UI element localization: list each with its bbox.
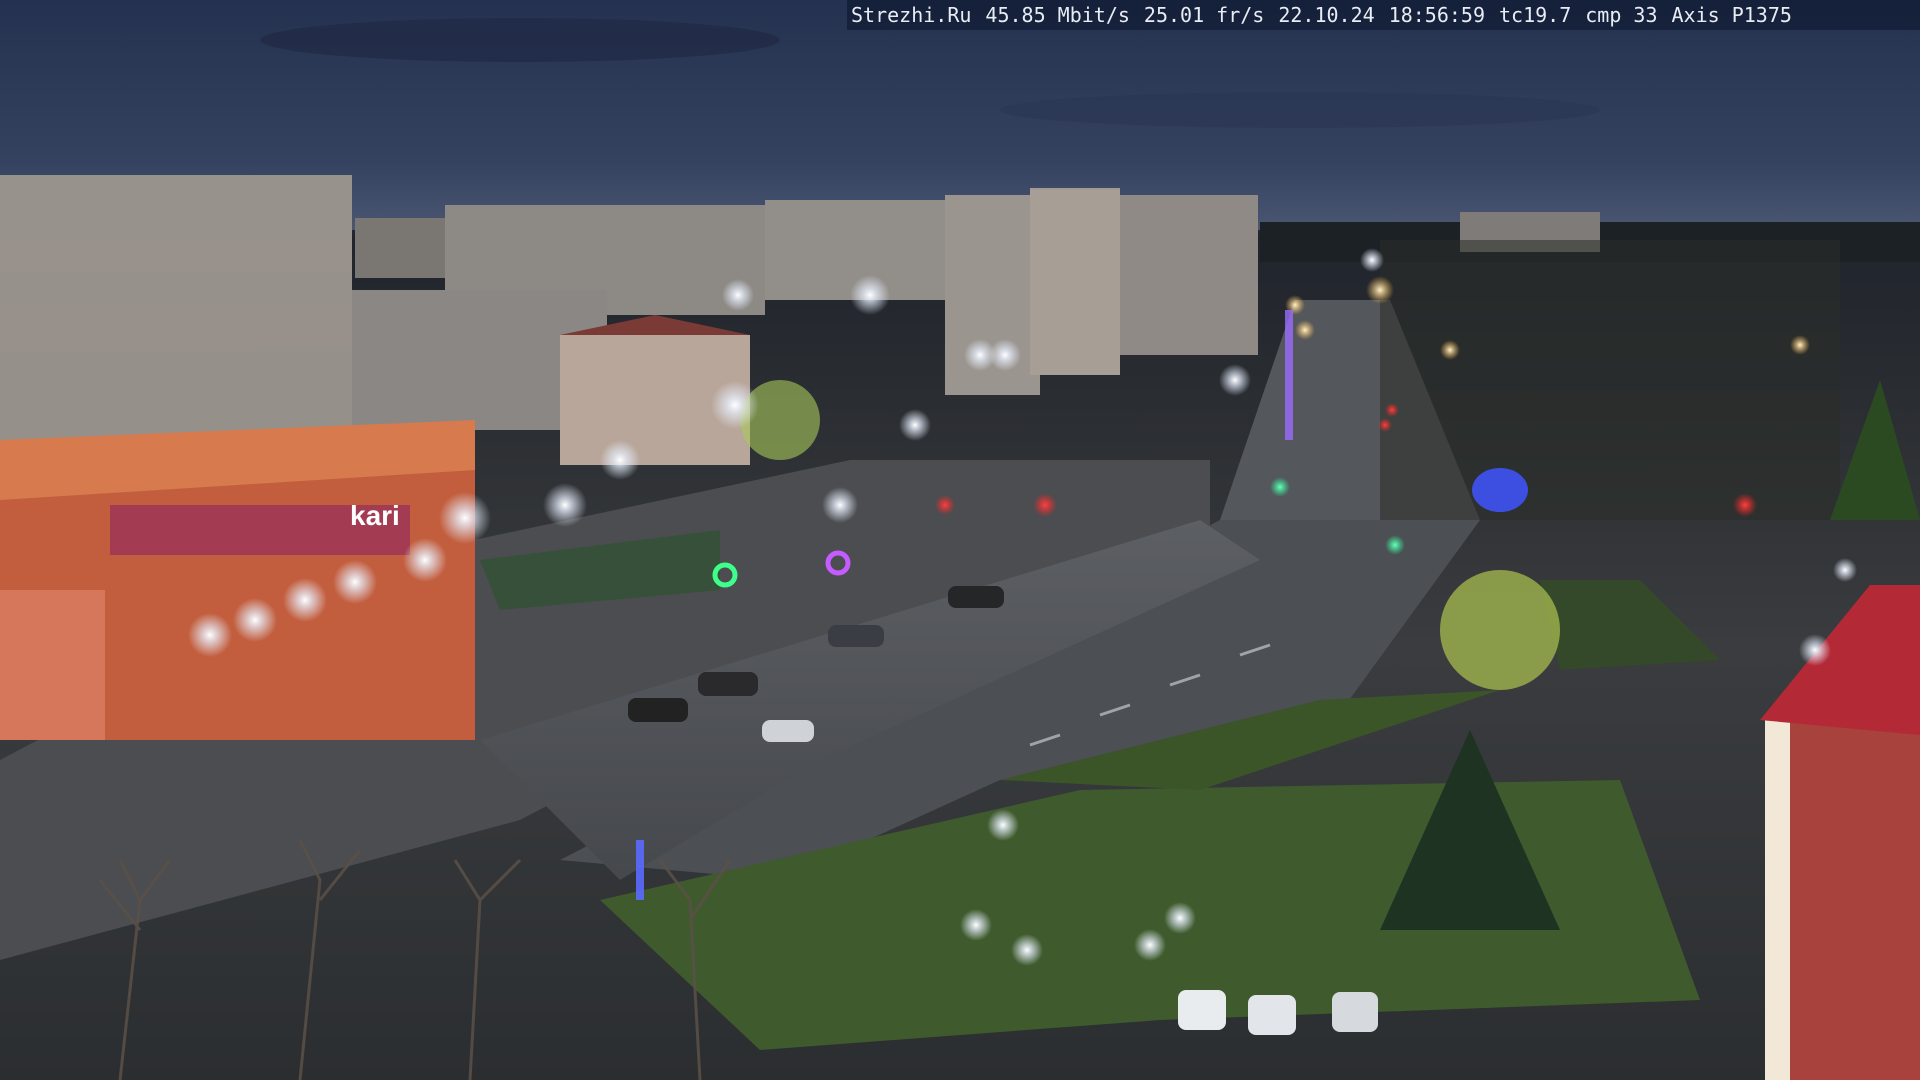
- town-square-night-scene: kari: [0, 0, 1920, 1080]
- cloud: [1000, 92, 1600, 128]
- holiday-light-strip: [636, 840, 644, 900]
- overlay-date: 22.10.24: [1278, 3, 1375, 27]
- overlay-time: 18:56:59: [1388, 3, 1485, 27]
- center-tower-building: [1030, 190, 1120, 375]
- overlay-cmp: cmp 33: [1585, 3, 1658, 27]
- overlay-site: Strezhi.Ru: [851, 3, 972, 27]
- overlay-framerate: 25.01 fr/s: [1143, 3, 1265, 27]
- cloud: [260, 18, 780, 62]
- overlay-camera-model: Axis P1375: [1671, 3, 1792, 27]
- grass-right-island: [1540, 580, 1720, 670]
- store-sign-kari: kari: [350, 500, 400, 531]
- holiday-light-strip: [1285, 310, 1293, 440]
- blue-star-decoration: [1472, 468, 1528, 512]
- right-red-roof-building: [1760, 585, 1920, 1080]
- overlay-bitrate: 45.85 Mbit/s: [985, 3, 1130, 27]
- fir-tree: [1830, 380, 1920, 520]
- webcam-frame: kari Strezhi.Ru 45.85 Mbit/s 25.01 fr/s …: [0, 0, 1920, 1080]
- overlay-tc: tc19.7: [1499, 3, 1572, 27]
- kari-store-building: [0, 420, 475, 740]
- yellow-tree: [1440, 570, 1560, 690]
- tree-canopy-right: [1380, 240, 1840, 520]
- camera-info-overlay: Strezhi.Ru 45.85 Mbit/s 25.01 fr/s 22.10.24…: [847, 0, 1920, 30]
